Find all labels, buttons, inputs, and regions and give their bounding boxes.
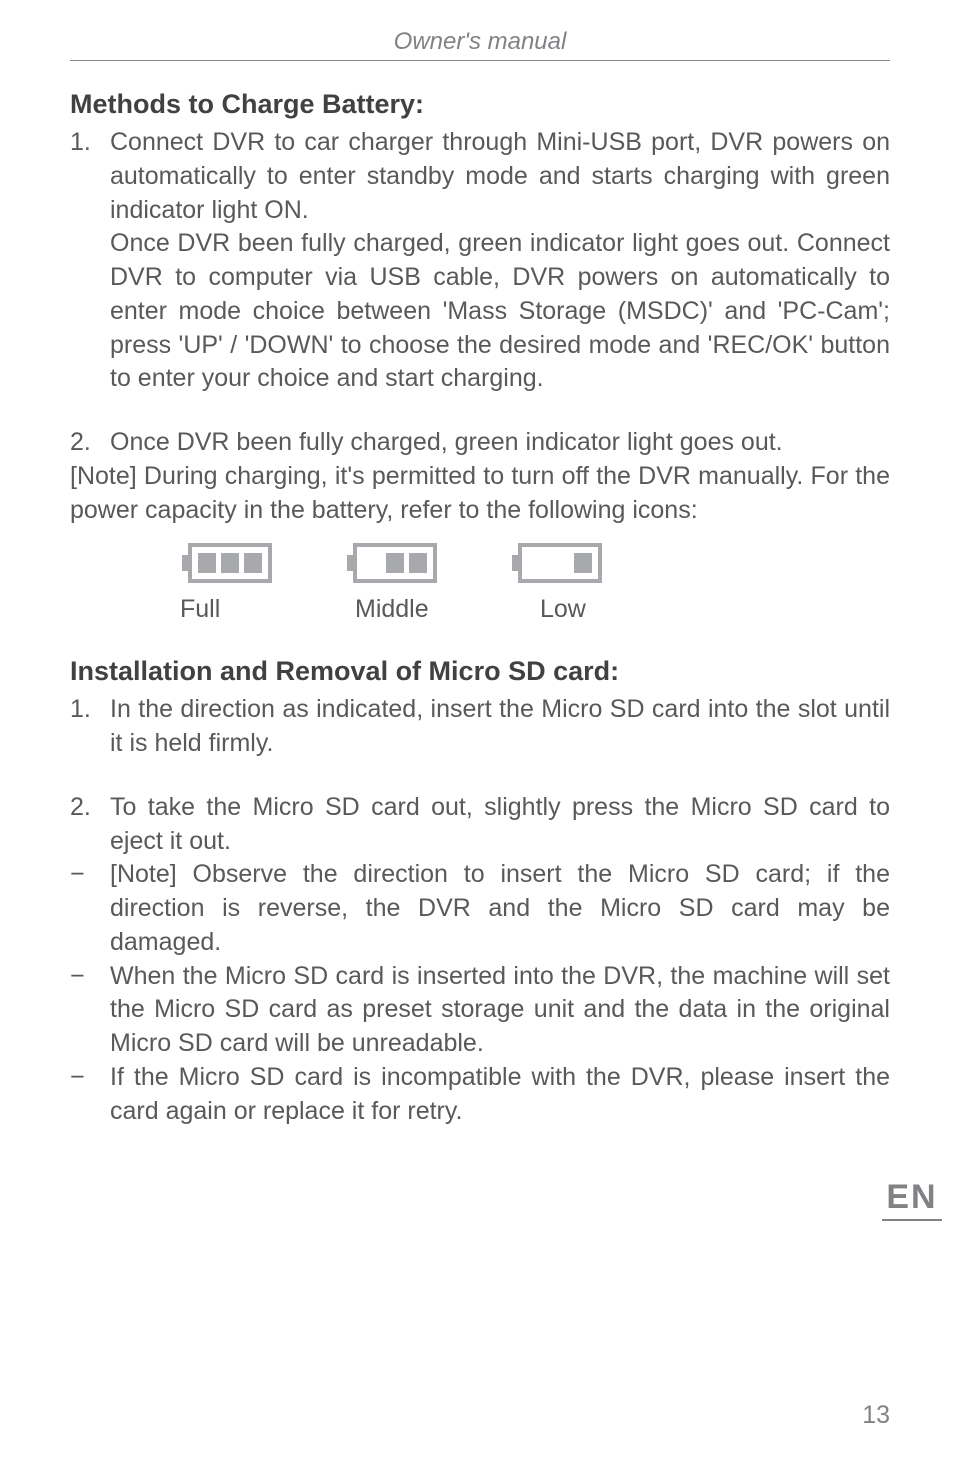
paragraph-text: Once DVR been fully charged, green indic… — [110, 227, 890, 396]
list-item: − If the Micro SD card is incompatible w… — [70, 1061, 890, 1129]
list-item: 1. In the direction as indicated, insert… — [70, 693, 890, 761]
language-underline — [882, 1219, 942, 1221]
list-marker: 2. — [70, 791, 110, 859]
list-text: Once DVR been fully charged, green indic… — [110, 426, 890, 460]
battery-low-icon — [510, 541, 605, 585]
header-divider — [70, 60, 890, 61]
list-text: If the Micro SD card is incompatible wit… — [110, 1061, 890, 1129]
list-item: − [Note] Observe the direction to insert… — [70, 858, 890, 959]
battery-middle-icon — [345, 541, 440, 585]
list-text: In the direction as indicated, insert th… — [110, 693, 890, 761]
list-text: [Note] Observe the direction to insert t… — [110, 858, 890, 959]
battery-label-low: Low — [540, 595, 660, 624]
list-text: When the Micro SD card is inserted into … — [110, 960, 890, 1061]
battery-label-full: Full — [180, 595, 355, 624]
section-charge-title: Methods to Charge Battery: — [70, 89, 890, 120]
list-marker: − — [70, 1061, 110, 1129]
list-marker: 1. — [70, 126, 110, 227]
battery-icons-row — [180, 541, 890, 585]
header-title: Owner's manual — [70, 28, 890, 56]
paragraph: Once DVR been fully charged, green indic… — [70, 227, 890, 396]
note-text: [Note] During charging, it's permitted t… — [70, 460, 890, 528]
language-tag: EN — [882, 1178, 942, 1221]
battery-label-middle: Middle — [355, 595, 540, 624]
list-marker: − — [70, 960, 110, 1061]
list-item: 2. Once DVR been fully charged, green in… — [70, 426, 890, 460]
language-label: EN — [882, 1178, 942, 1217]
battery-full-icon — [180, 541, 275, 585]
list-marker: 1. — [70, 693, 110, 761]
list-text: Connect DVR to car charger through Mini-… — [110, 126, 890, 227]
list-text: To take the Micro SD card out, slightly … — [110, 791, 890, 859]
list-marker: 2. — [70, 426, 110, 460]
list-marker: − — [70, 858, 110, 959]
list-item: − When the Micro SD card is inserted int… — [70, 960, 890, 1061]
section-sd-title: Installation and Removal of Micro SD car… — [70, 656, 890, 687]
list-item: 2. To take the Micro SD card out, slight… — [70, 791, 890, 859]
battery-labels-row: Full Middle Low — [180, 595, 890, 624]
list-marker — [70, 227, 110, 396]
page-number: 13 — [862, 1401, 890, 1430]
list-item: 1. Connect DVR to car charger through Mi… — [70, 126, 890, 227]
